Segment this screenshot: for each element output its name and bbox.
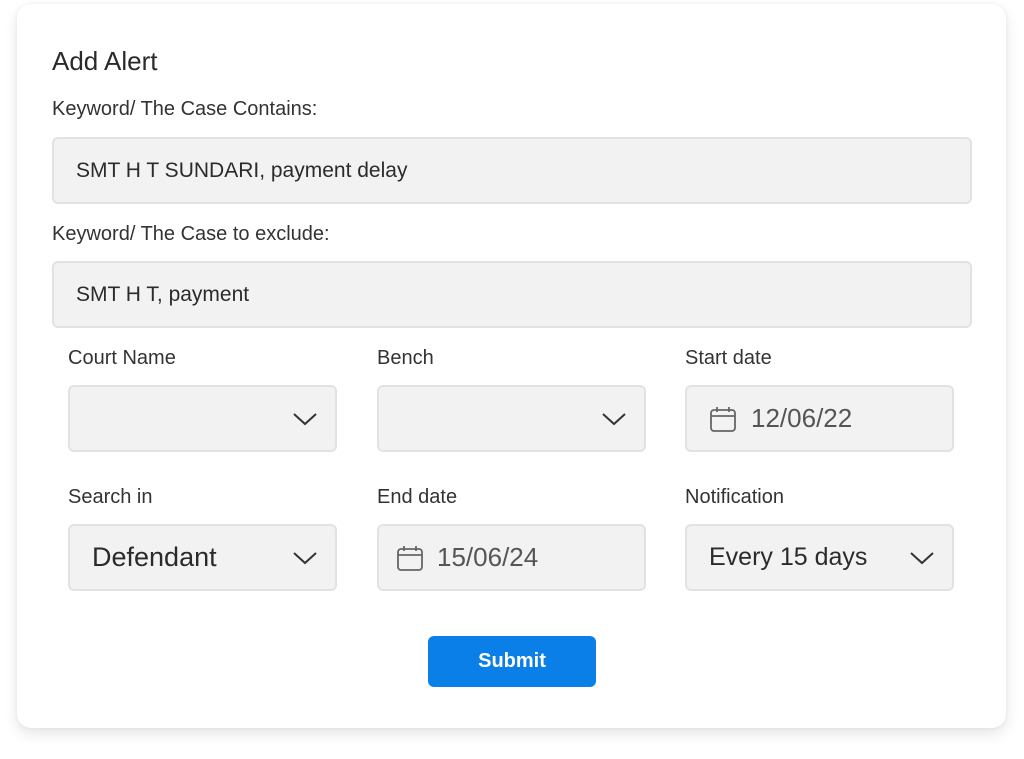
search-in-select[interactable]: Defendant xyxy=(68,524,337,591)
search-in-label: Search in xyxy=(68,486,153,508)
chevron-down-icon xyxy=(910,551,934,564)
contains-input[interactable]: SMT H T SUNDARI, payment delay xyxy=(52,137,972,204)
start-date-label: Start date xyxy=(685,347,772,369)
end-date-input[interactable]: 15/06/24 xyxy=(377,524,646,591)
notification-label: Notification xyxy=(685,486,784,508)
calendar-icon xyxy=(397,545,423,571)
end-date-value: 15/06/24 xyxy=(437,542,539,572)
notification-value: Every 15 days xyxy=(709,543,868,571)
chevron-down-icon xyxy=(293,412,317,425)
court-name-label: Court Name xyxy=(68,347,176,369)
contains-label: Keyword/ The Case Contains: xyxy=(52,98,318,120)
submit-button[interactable]: Submit xyxy=(428,636,596,687)
start-date-value: 12/06/22 xyxy=(751,403,853,433)
start-date-input[interactable]: 12/06/22 xyxy=(685,385,954,452)
exclude-input-value: SMT H T, payment xyxy=(76,282,250,306)
end-date-label: End date xyxy=(377,486,458,508)
search-in-value: Defendant xyxy=(92,542,217,572)
bench-select[interactable] xyxy=(377,385,646,452)
bench-label: Bench xyxy=(377,347,434,369)
form-title: Add Alert xyxy=(52,46,158,76)
chevron-down-icon xyxy=(293,551,317,564)
notification-select[interactable]: Every 15 days xyxy=(685,524,954,591)
court-name-select[interactable] xyxy=(68,385,337,452)
contains-input-value: SMT H T SUNDARI, payment delay xyxy=(76,158,408,182)
chevron-down-icon xyxy=(602,412,626,425)
exclude-input[interactable]: SMT H T, payment xyxy=(52,261,972,328)
exclude-label: Keyword/ The Case to exclude: xyxy=(52,223,330,245)
calendar-icon xyxy=(710,406,736,432)
